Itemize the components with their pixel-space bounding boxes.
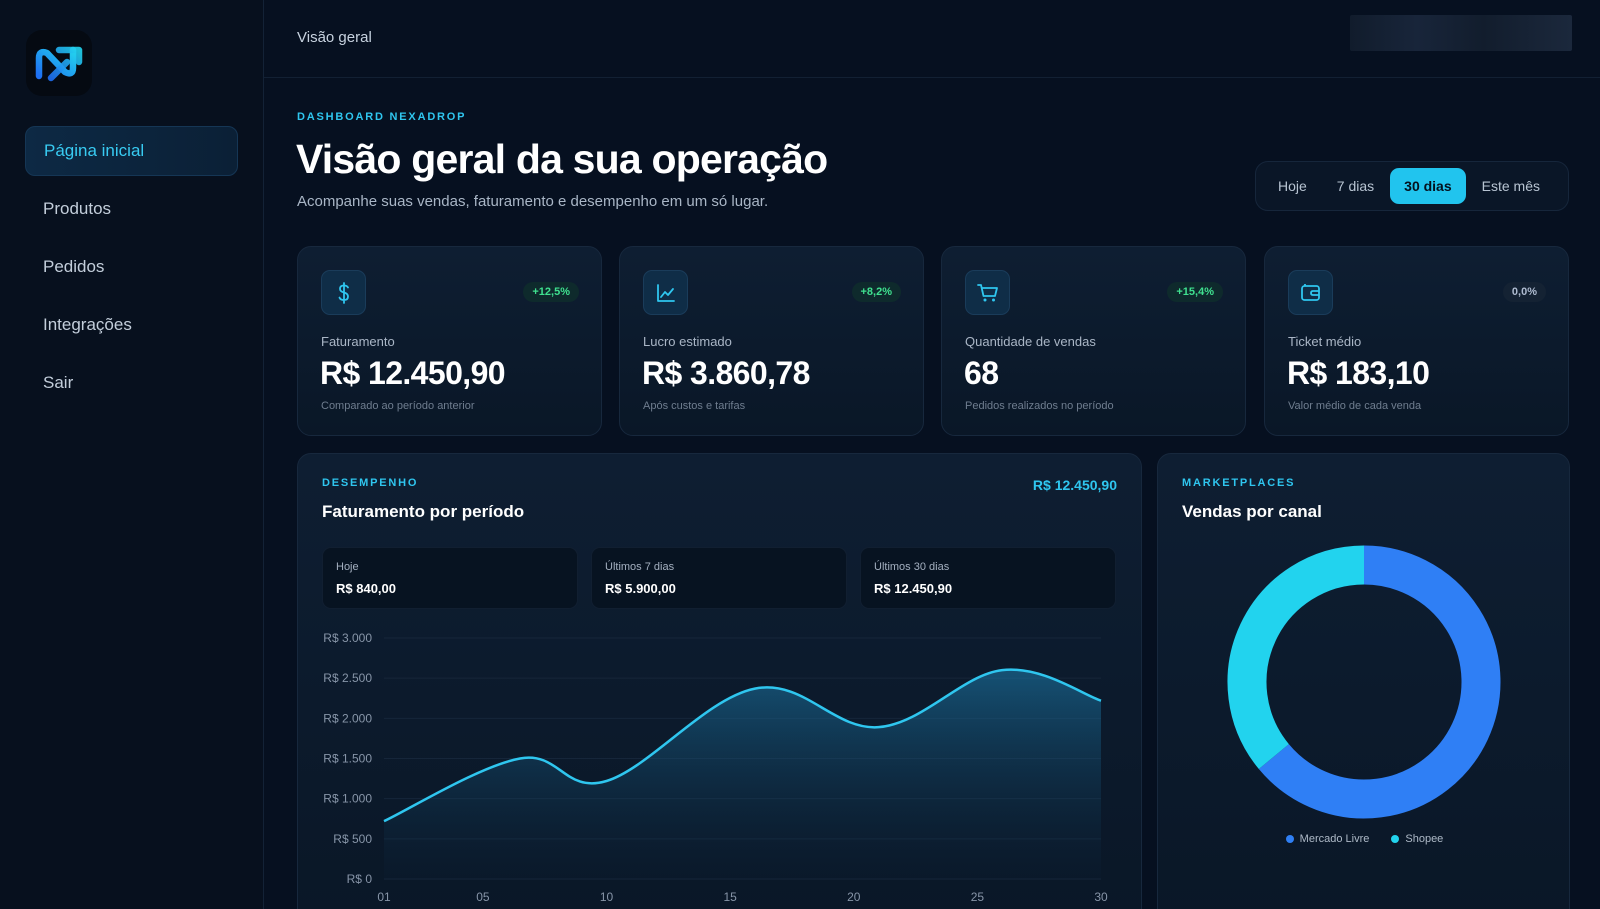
nexadrop-logo[interactable]: [26, 30, 92, 96]
kpi-label: Ticket médio: [1288, 334, 1362, 349]
period-este-mes-button[interactable]: Este mês: [1468, 168, 1554, 204]
kpi-label: Quantidade de vendas: [965, 334, 1096, 349]
kpi-note: Após custos e tarifas: [643, 400, 746, 412]
sidebar-item-sair[interactable]: Sair: [25, 358, 238, 408]
shopee-color-dot: [1391, 835, 1400, 843]
legend-label: Shopee: [1405, 833, 1444, 845]
y-tick-label: R$ 1.500: [323, 752, 372, 766]
revenue-area-chart: R$ 3.000 R$ 2.500 R$ 2.000 R$ 1.500 R$ 1.000…: [323, 631, 1108, 904]
kpi-value: R$ 12.450,90: [320, 355, 506, 391]
sidebar-item-pagina-inicial[interactable]: Página inicial: [25, 126, 238, 176]
period-hoje-button[interactable]: Hoje: [1264, 168, 1321, 204]
sidebar-item-produtos[interactable]: Produtos: [25, 184, 238, 234]
sidebar: Página inicial Produtos Pedidos Integraç…: [0, 0, 264, 909]
sidebar-item-integracoes[interactable]: Integrações: [25, 300, 238, 350]
x-tick-label: 30: [1094, 890, 1108, 904]
marketplaces-panel: MARKETPLACES Vendas por canal Mercado Li…: [1157, 453, 1570, 909]
donut-legend: Mercado Livre Shopee: [1158, 833, 1571, 845]
kpi-note: Comparado ao período anterior: [321, 400, 475, 412]
kpi-value: R$ 3.860,78: [642, 355, 810, 391]
sidebar-nav: Página inicial Produtos Pedidos Integraç…: [25, 126, 238, 416]
kpi-value: R$ 183,10: [1287, 355, 1430, 391]
x-tick-label: 05: [476, 890, 490, 904]
kpi-label: Lucro estimado: [643, 334, 732, 349]
dashboard-eyebrow: DASHBOARD NEXADROP: [297, 111, 467, 123]
period-selector: Hoje 7 dias 30 dias Este mês: [1255, 161, 1569, 211]
period-7-dias-button[interactable]: 7 dias: [1323, 168, 1388, 204]
logo-icon: [35, 46, 83, 82]
kpi-change-badge: +8,2%: [851, 282, 901, 302]
kpi-note: Valor médio de cada venda: [1288, 400, 1422, 412]
trend-chart-icon: [643, 270, 688, 315]
kpi-change-badge: +15,4%: [1167, 282, 1223, 302]
performance-panel: DESEMPENHO Faturamento por período R$ 12…: [297, 453, 1142, 909]
y-tick-label: R$ 1.000: [323, 792, 372, 806]
x-tick-label: 15: [723, 890, 737, 904]
kpi-label: Faturamento: [321, 334, 395, 349]
dollar-icon: [321, 270, 366, 315]
page-subtitle: Acompanhe suas vendas, faturamento e des…: [297, 193, 769, 210]
y-tick-label: R$ 500: [333, 832, 372, 846]
sidebar-item-pedidos[interactable]: Pedidos: [25, 242, 238, 292]
x-tick-label: 01: [377, 890, 391, 904]
mercado-livre-color-dot: [1285, 835, 1294, 843]
legend-item-mercado-livre: Mercado Livre: [1285, 833, 1370, 845]
y-tick-label: R$ 0: [347, 872, 373, 886]
topbar: Visão geral: [264, 0, 1600, 78]
legend-item-shopee: Shopee: [1391, 833, 1443, 845]
kpi-value: 68: [964, 355, 999, 391]
kpi-change-badge: +12,5%: [523, 282, 579, 302]
legend-label: Mercado Livre: [1299, 833, 1370, 845]
x-tick-label: 25: [971, 890, 985, 904]
y-tick-label: R$ 2.000: [323, 711, 372, 725]
kpi-card-quantidade-vendas: +15,4% Quantidade de vendas 68 Pedidos r…: [941, 246, 1246, 436]
y-tick-label: R$ 2.500: [323, 671, 372, 685]
kpi-card-ticket-medio: 0,0% Ticket médio R$ 183,10 Valor médio …: [1264, 246, 1569, 436]
breadcrumb: Visão geral: [297, 29, 372, 46]
y-tick-label: R$ 3.000: [323, 631, 372, 645]
page-title: Visão geral da sua operação: [296, 136, 828, 182]
kpi-change-badge: 0,0%: [1502, 282, 1546, 302]
x-tick-label: 20: [847, 890, 861, 904]
wallet-icon: [1288, 270, 1333, 315]
user-menu-redacted[interactable]: [1350, 15, 1572, 51]
series-area-fill: [384, 669, 1101, 879]
cart-icon: [965, 270, 1010, 315]
kpi-note: Pedidos realizados no período: [965, 400, 1114, 412]
x-tick-label: 10: [600, 890, 614, 904]
period-30-dias-button[interactable]: 30 dias: [1390, 168, 1466, 204]
kpi-card-lucro-estimado: +8,2% Lucro estimado R$ 3.860,78 Após cu…: [619, 246, 924, 436]
donut-slice-shopee[interactable]: [1227, 545, 1365, 769]
kpi-card-faturamento: +12,5% Faturamento R$ 12.450,90 Comparad…: [297, 246, 602, 436]
